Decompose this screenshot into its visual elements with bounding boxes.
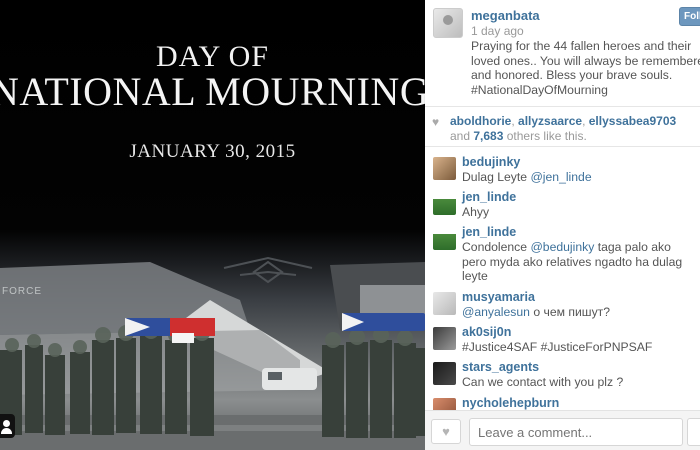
comment-footer: ♥ [425,410,700,450]
heart-icon: ♥ [442,424,450,439]
comment-text: Ahyy [462,205,490,219]
comment-text: @anyalesun о чем пишут? [462,305,611,319]
post-details-panel: meganbata Follow 1 day ago Praying for t… [425,0,700,450]
mention-link[interactable]: @bedujinky [530,240,594,254]
commenter-avatar[interactable] [433,227,456,250]
comment-text: #Justice4SAF #JusticeForPNPSAF [462,340,653,354]
owner-avatar[interactable] [433,8,463,38]
plane-marking: FORCE [2,286,42,297]
follow-button[interactable]: Follow [679,7,700,26]
likes-section: ♥ aboldhorie, allyzsaarce, ellyssabea970… [425,107,700,147]
comment-username[interactable]: bedujinky [462,155,520,169]
post-timestamp[interactable]: 1 day ago [471,24,524,38]
comment-username[interactable]: jen_linde [462,190,516,204]
poster-title-line2: National Mourning [0,69,425,114]
comment-username[interactable]: nycholehepburn [462,396,559,410]
liker-link[interactable]: allyzsaarce [518,114,582,128]
poster-date: January 30, 2015 [129,141,296,162]
tagged-users-icon[interactable] [0,414,15,438]
owner-username[interactable]: meganbata [471,8,540,23]
post-header: meganbata Follow 1 day ago Praying for t… [425,0,700,107]
comment-username[interactable]: ak0sij0n [462,325,511,339]
post-caption: Praying for the 44 fallen heroes and the… [471,39,700,97]
liker-link[interactable]: aboldhorie [450,114,511,128]
comment-input[interactable] [469,418,683,446]
commenter-avatar[interactable] [433,192,456,215]
commenter-avatar[interactable] [433,327,456,350]
commenter-avatar[interactable] [433,157,456,180]
comment-text: Condolence @bedujinky taga palo ako pero… [462,240,683,284]
comment-text: Dulag Leyte @jen_linde [462,170,592,184]
wing-emblem [223,256,313,284]
mention-link[interactable]: @anyalesun [462,305,530,319]
mention-link[interactable]: @jen_linde [530,170,591,184]
like-button[interactable]: ♥ [431,419,461,444]
likes-heart-icon: ♥ [432,115,440,129]
comment-username[interactable]: musyamaria [462,290,535,304]
comment-username[interactable]: jen_linde [462,225,516,239]
likers-list: aboldhorie, allyzsaarce, ellyssabea9703 [450,114,677,128]
commenter-avatar[interactable] [433,362,456,385]
post-photo[interactable]: Day of National Mourning January 30, 201… [0,0,425,450]
liker-link[interactable]: ellyssabea9703 [589,114,676,128]
others-like-count: and 7,683 others like this. [450,129,587,143]
commenter-avatar[interactable] [433,292,456,315]
comment-username[interactable]: stars_agents [462,360,539,374]
others-count-link[interactable]: 7,683 [473,129,503,143]
more-options-button[interactable] [687,418,700,446]
comment-text: Can we contact with you plz ? [462,375,624,389]
